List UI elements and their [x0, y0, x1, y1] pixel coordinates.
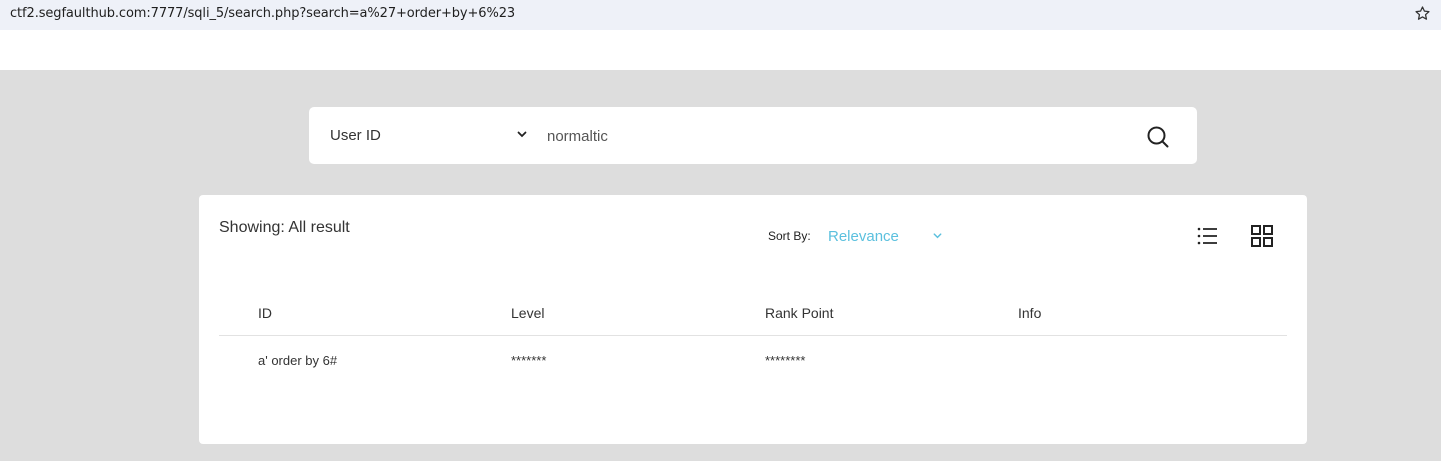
search-field-select[interactable]: User ID: [330, 127, 381, 144]
chevron-down-icon[interactable]: [932, 230, 943, 241]
showing-label: Showing: All result: [219, 219, 350, 236]
chevron-down-icon[interactable]: [516, 128, 528, 140]
list-view-icon[interactable]: [1196, 225, 1218, 247]
page-header-strip: [0, 30, 1441, 70]
cell-rank-point: ********: [765, 353, 806, 368]
address-bar[interactable]: ctf2.segfaulthub.com:7777/sqli_5/search.…: [0, 0, 1441, 30]
search-bar: User ID: [309, 107, 1197, 164]
cell-id: a' order by 6#: [258, 353, 338, 368]
sort-select[interactable]: Relevance: [828, 228, 899, 245]
sort-by-label: Sort By:: [768, 229, 811, 243]
column-header-rank-point: Rank Point: [765, 305, 834, 321]
column-header-level: Level: [511, 305, 545, 321]
column-header-info: Info: [1018, 305, 1042, 321]
results-panel: Showing: All result Sort By: Relevance I…: [199, 195, 1307, 444]
search-icon[interactable]: [1145, 124, 1171, 150]
column-header-id: ID: [258, 305, 272, 321]
star-icon[interactable]: [1414, 5, 1431, 22]
cell-level: *******: [511, 353, 547, 368]
url-text[interactable]: ctf2.segfaulthub.com:7777/sqli_5/search.…: [10, 6, 515, 21]
grid-view-icon[interactable]: [1251, 225, 1273, 247]
table-divider: [219, 335, 1287, 336]
search-input[interactable]: [547, 125, 1127, 147]
